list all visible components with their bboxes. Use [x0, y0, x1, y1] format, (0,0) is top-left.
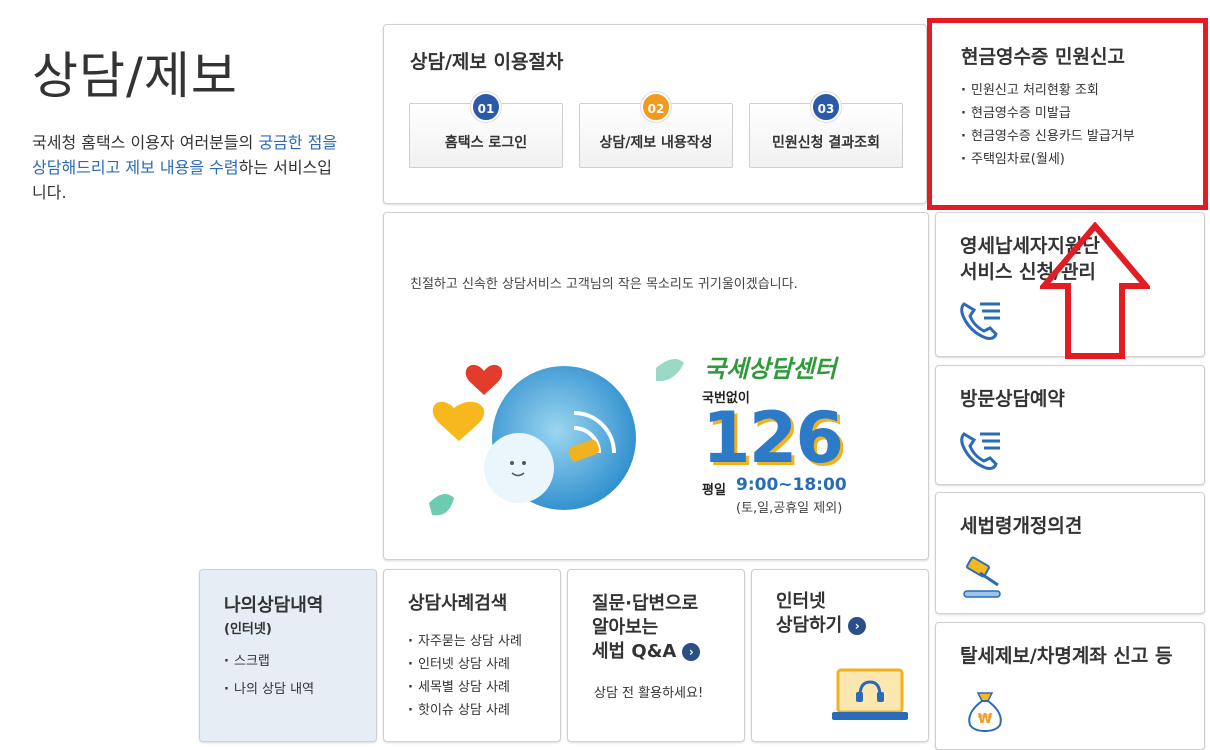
step-write[interactable]: 02 상담/제보 내용작성 — [579, 92, 733, 168]
tax-qa-title: 질문·답변으로알아보는세법 Q&A › — [592, 592, 701, 664]
arrow-right-icon[interactable]: › — [848, 617, 867, 635]
step-login[interactable]: 01 홈택스 로그인 — [409, 92, 563, 168]
internet-consult-card[interactable]: 인터넷상담하기 › — [751, 569, 929, 742]
list-item[interactable]: 인터넷 상담 사례 — [408, 653, 522, 676]
list-item[interactable]: 스크랩 — [224, 648, 314, 676]
arrow-right-icon[interactable]: › — [682, 643, 701, 661]
phone-icon — [960, 302, 1000, 340]
step-label: 민원신청 결과조회 — [772, 135, 880, 151]
title-line: 상담하기 — [776, 615, 843, 636]
page-description: 국세청 홈택스 이용자 여러분들의 궁금한 점을 상담해드리고 제보 내용을 수… — [32, 130, 342, 205]
highlight-arrow — [1040, 222, 1150, 359]
tax-law-opinion-title: 세법령개정의견 — [960, 515, 1083, 537]
consult-illustration — [429, 359, 684, 516]
title-line: 알아보는 — [592, 617, 659, 638]
my-history-list: 스크랩 나의 상담 내역 — [224, 648, 314, 704]
desc-text: 국세청 홈택스 이용자 여러분들의 — [32, 133, 259, 152]
svg-text:₩: ₩ — [978, 712, 993, 727]
step-result[interactable]: 03 민원신청 결과조회 — [749, 92, 903, 168]
phone-icon — [960, 432, 1000, 470]
money-bag-icon: ₩ — [968, 692, 1002, 733]
tax-report-title: 탈세제보/차명계좌 신고 등 — [960, 645, 1173, 667]
tax-report-card[interactable]: 탈세제보/차명계좌 신고 등 ₩ — [935, 622, 1205, 750]
list-item[interactable]: 나의 상담 내역 — [224, 676, 314, 704]
gavel-icon — [963, 556, 1001, 598]
case-search-list: 자주묻는 상담 사례 인터넷 상담 사례 세목별 상담 사례 핫이슈 상담 사례 — [408, 630, 522, 722]
step-number: 01 — [471, 92, 501, 122]
laptop-headset-icon — [832, 668, 908, 720]
list-item[interactable]: 핫이슈 상담 사례 — [408, 699, 522, 722]
procedure-title: 상담/제보 이용절차 — [410, 51, 564, 73]
title-line: 인터넷 — [776, 591, 826, 612]
banner-tagline: 친절하고 신속한 상담서비스 고객님의 작은 목소리도 귀기울이겠습니다. — [410, 277, 798, 292]
consult-center-name: 국세상담센터 — [704, 355, 837, 383]
my-history-sub: (인터넷) — [224, 622, 272, 637]
list-item[interactable]: 자주묻는 상담 사례 — [408, 630, 522, 653]
hours-label: 평일 — [702, 483, 726, 498]
consult-center-banner: 친절하고 신속한 상담서비스 고객님의 작은 목소리도 귀기울이겠습니다. 국세… — [383, 212, 929, 560]
my-history-title: 나의상담내역 — [224, 595, 324, 616]
title-line: 세법 Q&A — [592, 641, 677, 662]
list-item[interactable]: 세목별 상담 사례 — [408, 676, 522, 699]
procedure-card: 상담/제보 이용절차 01 홈택스 로그인 02 상담/제보 내용작성 03 민… — [383, 24, 927, 204]
case-search-card[interactable]: 상담사례검색 자주묻는 상담 사례 인터넷 상담 사례 세목별 상담 사례 핫이… — [383, 569, 561, 742]
step-label: 상담/제보 내용작성 — [599, 135, 713, 151]
tax-qa-note: 상담 전 활용하세요! — [594, 686, 704, 701]
step-label: 홈택스 로그인 — [444, 135, 528, 151]
step-number: 02 — [641, 92, 671, 122]
hours-time: 9:00~18:00 — [736, 475, 847, 495]
visit-reservation-card[interactable]: 방문상담예약 — [935, 365, 1205, 485]
tel-number: 126 — [702, 397, 844, 479]
title-line: 질문·답변으로 — [592, 593, 699, 614]
visit-reservation-title: 방문상담예약 — [960, 388, 1065, 410]
internet-consult-title: 인터넷상담하기 › — [776, 590, 867, 638]
tax-law-opinion-card[interactable]: 세법령개정의견 — [935, 492, 1205, 614]
hours-note: (토,일,공휴일 제외) — [736, 501, 843, 516]
tax-qa-card[interactable]: 질문·답변으로알아보는세법 Q&A › 상담 전 활용하세요! — [567, 569, 745, 742]
my-history-card[interactable]: 나의상담내역 (인터넷) 스크랩 나의 상담 내역 — [199, 569, 377, 742]
highlight-box — [927, 18, 1208, 210]
page-title: 상담/제보 — [32, 47, 238, 105]
case-search-title: 상담사례검색 — [408, 593, 508, 614]
step-number: 03 — [811, 92, 841, 122]
